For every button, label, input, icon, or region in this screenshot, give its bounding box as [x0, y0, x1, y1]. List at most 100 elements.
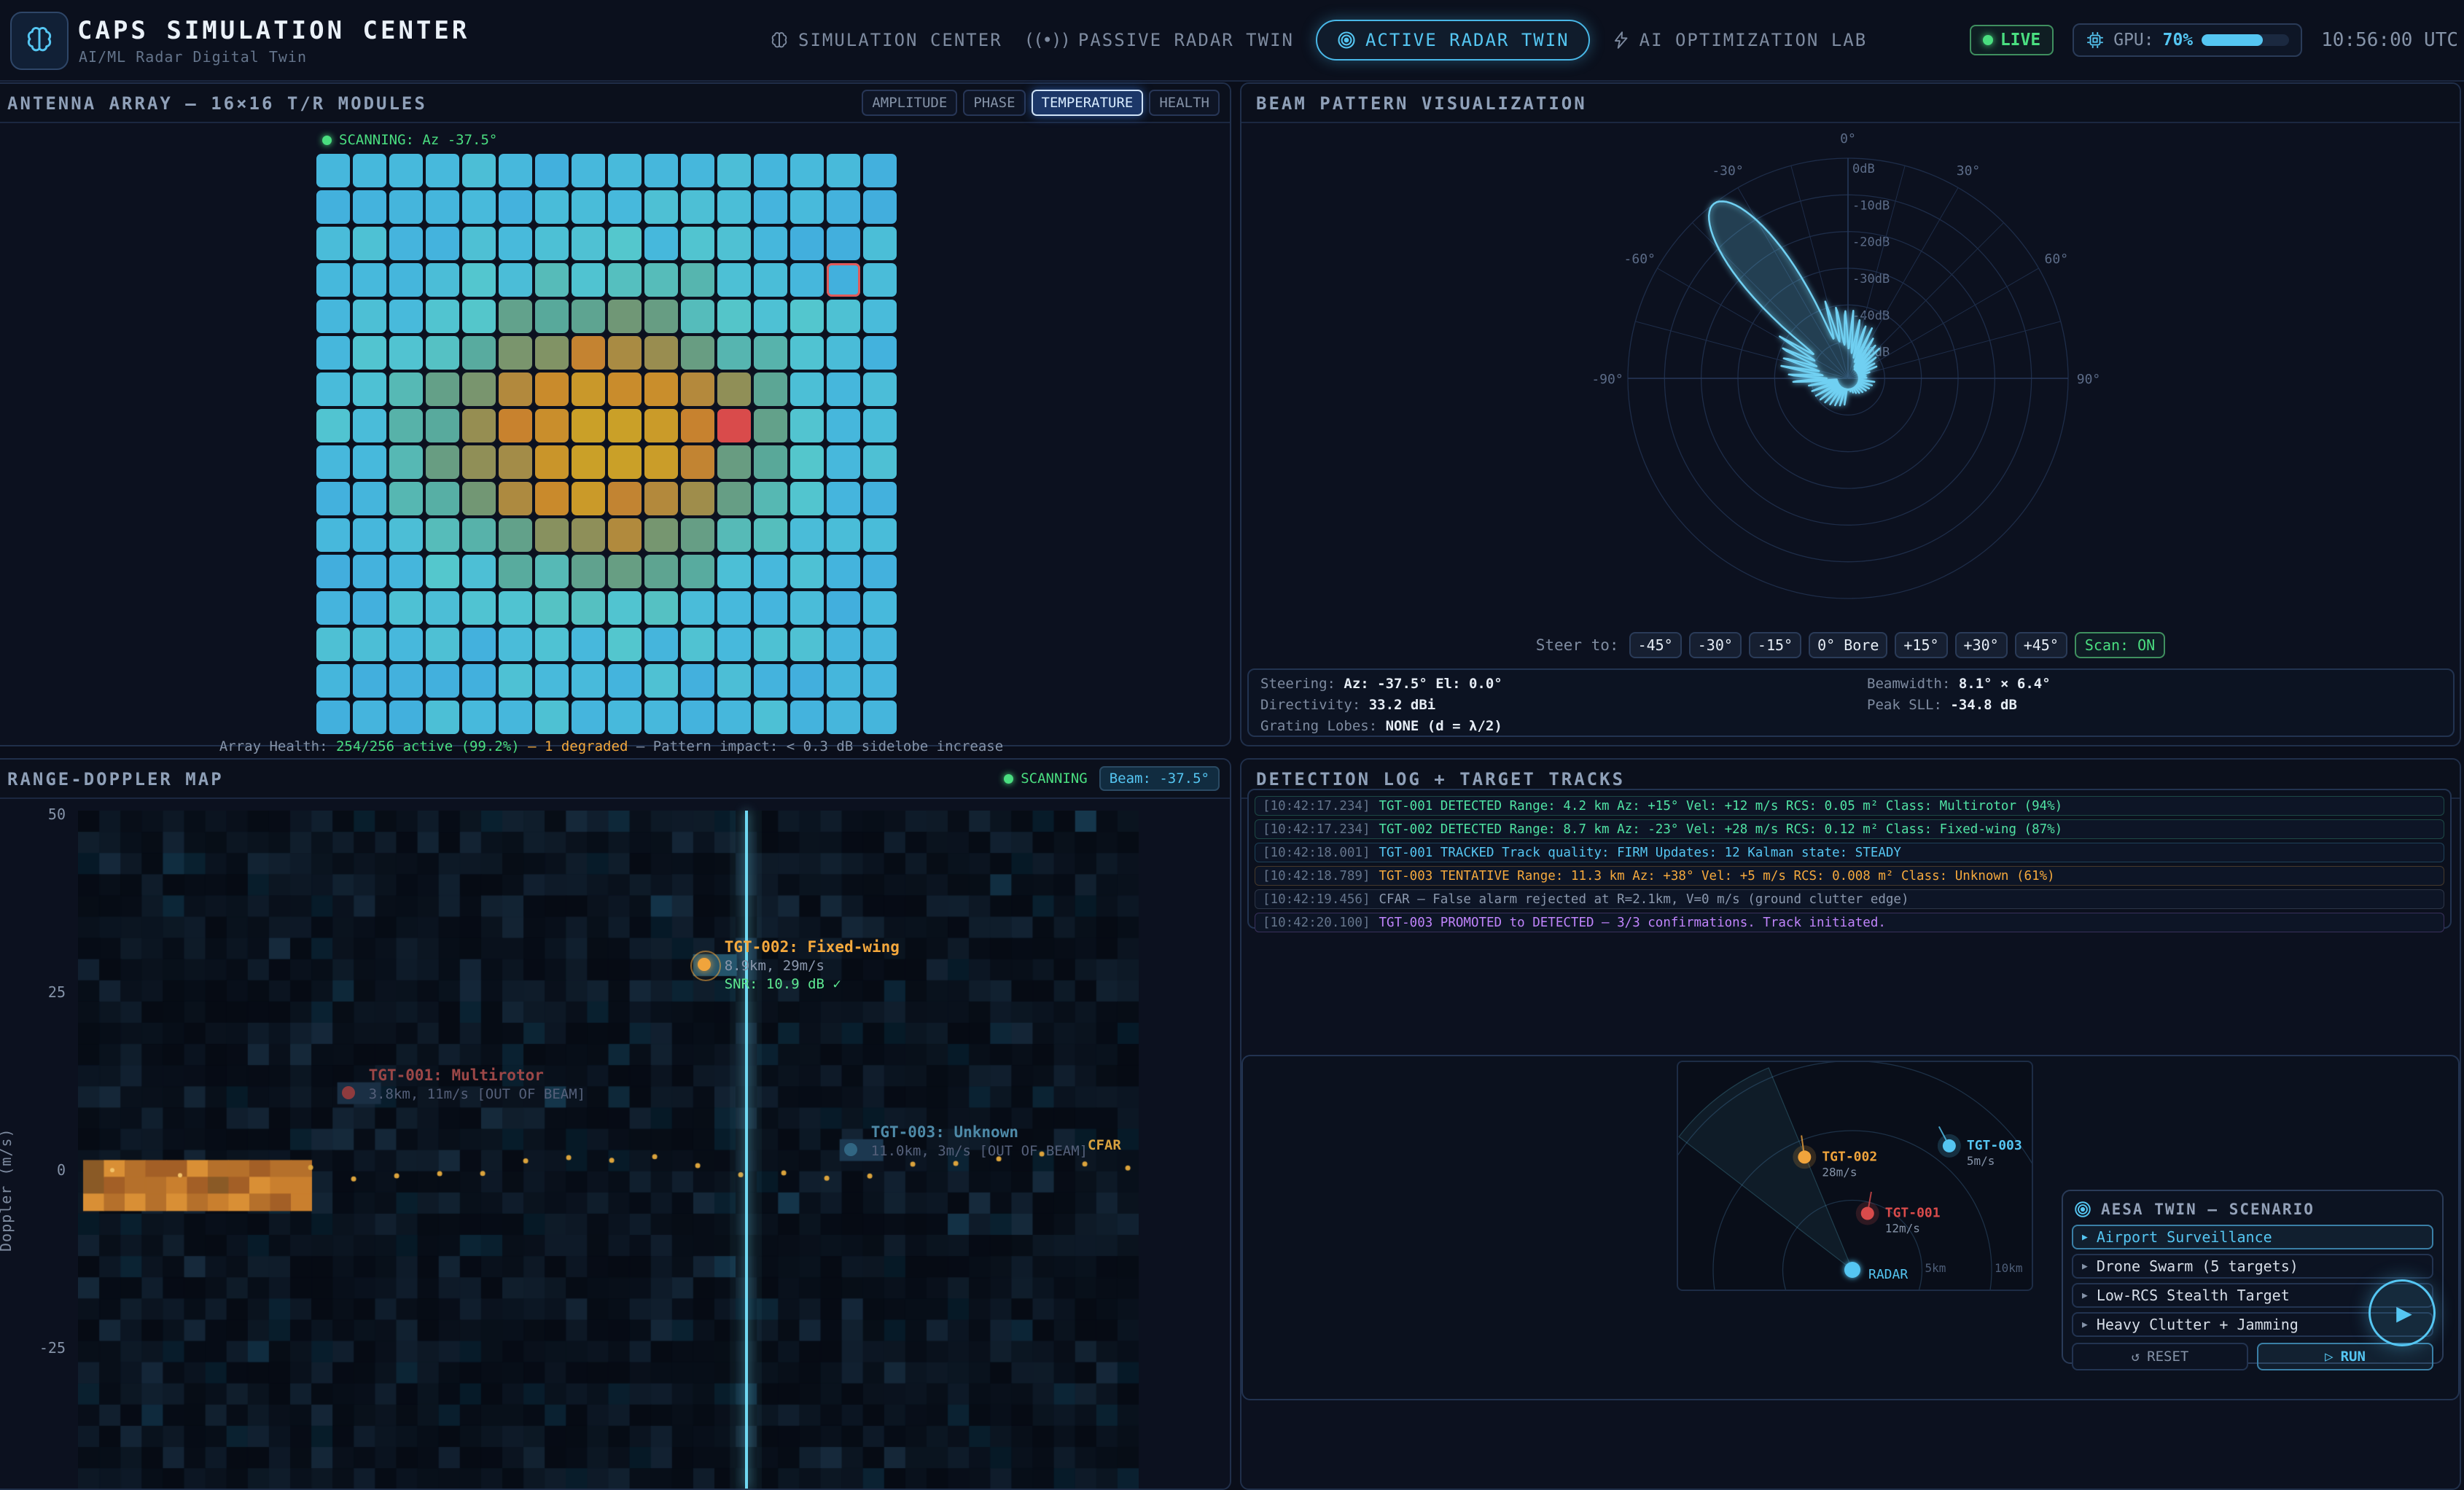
tr-module-cell[interactable]	[316, 445, 350, 479]
tr-module-cell[interactable]	[389, 518, 423, 552]
tr-module-cell[interactable]	[608, 227, 642, 260]
tr-module-cell[interactable]	[499, 628, 532, 661]
tr-module-cell[interactable]	[316, 263, 350, 297]
tab-amplitude[interactable]: AMPLITUDE	[862, 90, 957, 116]
tr-module-cell[interactable]	[462, 263, 496, 297]
tr-module-cell[interactable]	[499, 336, 532, 370]
tr-module-cell[interactable]	[681, 263, 714, 297]
tr-module-cell[interactable]	[790, 372, 824, 406]
tr-module-cell[interactable]	[499, 445, 532, 479]
tr-module-cell[interactable]	[644, 409, 678, 442]
tr-module-cell[interactable]	[353, 445, 386, 479]
tr-module-cell[interactable]	[863, 555, 897, 588]
tr-module-cell[interactable]	[644, 701, 678, 734]
tr-module-cell[interactable]	[535, 555, 569, 588]
tr-module-cell[interactable]	[426, 336, 459, 370]
scenario-item-drone-swarm-5-targets-[interactable]: ▶Drone Swarm (5 targets)	[2072, 1254, 2433, 1279]
tr-module-cell[interactable]	[499, 701, 532, 734]
tr-module-cell[interactable]	[790, 300, 824, 333]
tr-module-cell[interactable]	[608, 409, 642, 442]
tr-module-cell[interactable]	[572, 664, 605, 698]
tr-module-cell[interactable]	[535, 227, 569, 260]
tr-module-cell[interactable]	[863, 336, 897, 370]
tr-module-cell[interactable]	[462, 300, 496, 333]
tr-module-cell[interactable]	[535, 482, 569, 515]
tr-module-cell[interactable]	[535, 409, 569, 442]
tr-module-cell[interactable]	[572, 372, 605, 406]
tr-module-cell[interactable]	[353, 591, 386, 625]
tr-module-cell[interactable]	[790, 227, 824, 260]
tr-module-cell[interactable]	[608, 154, 642, 187]
tr-module-cell[interactable]	[754, 555, 787, 588]
tr-module-cell[interactable]	[462, 701, 496, 734]
tr-module-cell[interactable]	[389, 263, 423, 297]
tr-module-cell[interactable]	[827, 445, 860, 479]
tr-module-cell[interactable]	[572, 336, 605, 370]
tr-module-cell[interactable]	[608, 482, 642, 515]
tr-module-cell[interactable]	[499, 227, 532, 260]
tr-module-cell[interactable]	[316, 409, 350, 442]
tr-module-cell[interactable]	[462, 336, 496, 370]
tr-module-cell[interactable]	[353, 482, 386, 515]
tr-module-cell[interactable]	[790, 263, 824, 297]
tr-module-cell[interactable]	[827, 518, 860, 552]
tr-module-cell[interactable]	[644, 664, 678, 698]
tr-module-cell[interactable]	[681, 664, 714, 698]
tr-module-cell[interactable]	[353, 154, 386, 187]
tr-module-cell[interactable]	[462, 409, 496, 442]
tr-module-cell[interactable]	[572, 263, 605, 297]
tr-module-cell[interactable]	[389, 154, 423, 187]
tr-module-cell[interactable]	[644, 482, 678, 515]
tr-module-cell[interactable]	[644, 628, 678, 661]
tr-module-cell[interactable]	[827, 336, 860, 370]
tr-module-cell[interactable]	[863, 701, 897, 734]
tr-module-cell[interactable]	[717, 482, 751, 515]
tr-module-cell[interactable]	[644, 300, 678, 333]
tr-module-cell[interactable]	[717, 263, 751, 297]
tr-module-cell[interactable]	[717, 190, 751, 224]
tr-module-cell[interactable]	[754, 190, 787, 224]
tr-module-cell[interactable]	[717, 336, 751, 370]
tr-module-cell[interactable]	[572, 518, 605, 552]
tr-module-cell[interactable]	[790, 628, 824, 661]
tr-module-cell[interactable]	[717, 664, 751, 698]
tr-module-cell[interactable]	[681, 482, 714, 515]
tr-module-cell[interactable]	[717, 154, 751, 187]
tr-module-cell[interactable]	[572, 190, 605, 224]
steer-button-+30[interactable]: +30°	[1955, 632, 2008, 658]
tr-module-cell[interactable]	[389, 300, 423, 333]
tr-module-cell[interactable]	[572, 482, 605, 515]
tr-module-cell[interactable]	[426, 482, 459, 515]
tr-module-cell[interactable]	[353, 409, 386, 442]
tr-module-cell[interactable]	[353, 263, 386, 297]
tr-module-cell[interactable]	[462, 227, 496, 260]
tab-temperature[interactable]: TEMPERATURE	[1032, 90, 1144, 116]
tr-module-cell[interactable]	[827, 372, 860, 406]
tr-module-cell[interactable]	[644, 227, 678, 260]
tr-module-cell[interactable]	[790, 154, 824, 187]
tr-module-cell[interactable]	[462, 154, 496, 187]
tr-module-cell[interactable]	[535, 263, 569, 297]
tab-health[interactable]: HEALTH	[1149, 90, 1220, 116]
tr-module-cell[interactable]	[790, 518, 824, 552]
nav-item-passive-radar-twin[interactable]: ((•))PASSIVE RADAR TWIN	[1024, 30, 1294, 50]
tr-module-cell[interactable]	[681, 154, 714, 187]
tr-module-cell[interactable]	[754, 445, 787, 479]
tr-module-cell[interactable]	[863, 482, 897, 515]
tr-module-cell[interactable]	[608, 701, 642, 734]
play-fab-button[interactable]: ▶	[2369, 1279, 2436, 1346]
tr-module-cell[interactable]	[499, 518, 532, 552]
tr-module-cell[interactable]	[389, 701, 423, 734]
tr-module-cell[interactable]	[790, 445, 824, 479]
tr-module-cell[interactable]	[572, 154, 605, 187]
steer-button--15[interactable]: -15°	[1749, 632, 1801, 658]
tr-module-cell[interactable]	[499, 300, 532, 333]
tr-module-cell[interactable]	[863, 227, 897, 260]
tr-module-cell[interactable]	[316, 336, 350, 370]
tr-module-cell[interactable]	[316, 190, 350, 224]
tr-module-cell[interactable]	[499, 190, 532, 224]
tr-module-cell[interactable]	[535, 190, 569, 224]
tr-module-cell[interactable]	[316, 518, 350, 552]
steer-button--45[interactable]: -45°	[1629, 632, 1682, 658]
tr-module-cell[interactable]	[681, 591, 714, 625]
